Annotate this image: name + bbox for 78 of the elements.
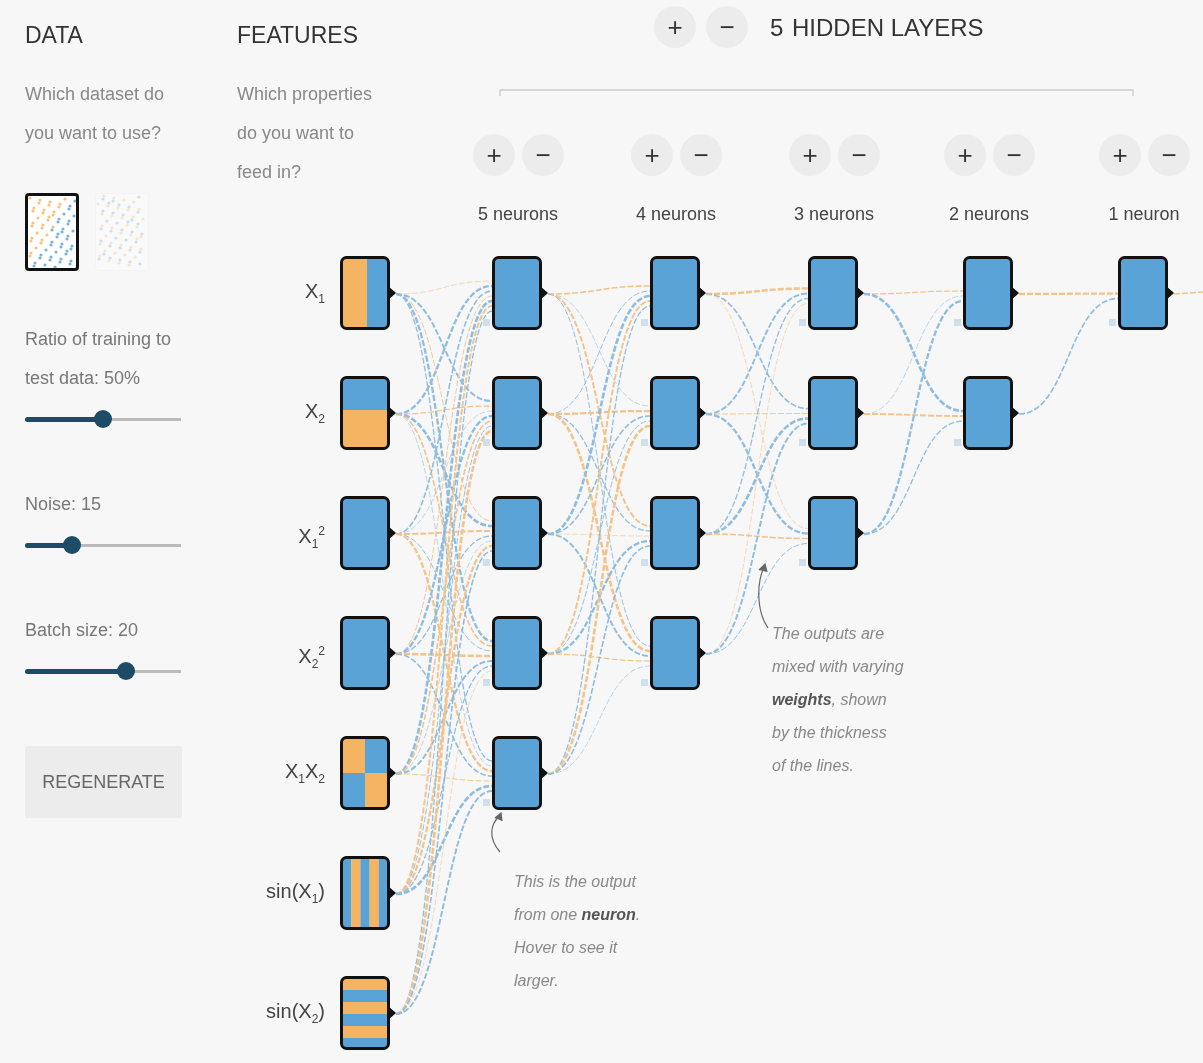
feature-label: X$_{2}$ xyxy=(303,399,325,428)
neuron-node[interactable] xyxy=(808,496,864,570)
bias-marker xyxy=(641,559,648,566)
hidden-layers-heading: HIDDEN LAYERS xyxy=(792,13,984,43)
slider-label: Ratio of training to test data: 50% xyxy=(25,328,173,390)
add-neuron-button[interactable]: + xyxy=(789,134,831,176)
remove-neuron-button[interactable]: − xyxy=(993,134,1035,176)
feature-node[interactable] xyxy=(340,376,396,450)
features-question: Which properties do you want to feed in? xyxy=(237,83,374,184)
features-heading: FEATURES xyxy=(237,21,359,50)
neuron-node[interactable] xyxy=(808,256,864,330)
bias-marker xyxy=(483,679,490,686)
annotation-arrow xyxy=(758,562,769,629)
neuron-node[interactable] xyxy=(492,256,548,330)
bias-marker xyxy=(954,439,961,446)
layer-neuron-count: 5 neurons xyxy=(477,204,559,225)
bias-marker xyxy=(799,559,806,566)
add-neuron-button[interactable]: + xyxy=(473,134,515,176)
feature-label: sin(X$_{1}$) xyxy=(265,879,325,908)
add-neuron-button[interactable]: + xyxy=(944,134,986,176)
bias-marker xyxy=(483,559,490,566)
remove-neuron-button[interactable]: − xyxy=(838,134,880,176)
slider-label: Noise: 15 xyxy=(25,493,103,516)
feature-label: X$_{1}$ xyxy=(303,279,325,308)
layer-neuron-count: 3 neurons xyxy=(793,204,875,225)
slider-thumb[interactable] xyxy=(94,410,112,428)
annotation-text: This is the output from one neuron. Hover to see it larger. xyxy=(514,872,642,991)
bias-marker xyxy=(483,799,490,806)
add-neuron-button[interactable]: + xyxy=(631,134,673,176)
layer-neuron-count: 1 neuron xyxy=(1108,204,1180,225)
neuron-node[interactable] xyxy=(492,376,548,450)
neuron-node[interactable] xyxy=(963,376,1019,450)
add-layer-button[interactable]: + xyxy=(654,6,696,48)
remove-neuron-button[interactable]: − xyxy=(680,134,722,176)
bias-marker xyxy=(799,319,806,326)
neuron-node[interactable] xyxy=(492,496,548,570)
bias-marker xyxy=(641,439,648,446)
feature-node[interactable] xyxy=(340,616,396,690)
slider-thumb[interactable] xyxy=(117,662,136,680)
data-heading: DATA xyxy=(25,21,84,50)
feature-node[interactable] xyxy=(340,736,396,810)
neuron-node[interactable] xyxy=(492,616,548,690)
remove-layer-button[interactable]: − xyxy=(706,6,748,48)
bias-marker xyxy=(954,319,961,326)
bias-marker xyxy=(483,439,490,446)
neuron-node[interactable] xyxy=(808,376,864,450)
bias-marker xyxy=(641,319,648,326)
add-neuron-button[interactable]: + xyxy=(1099,134,1141,176)
hidden-layer-count: 5 xyxy=(770,13,784,43)
annotation-arrow xyxy=(491,811,503,853)
bias-marker xyxy=(483,319,490,326)
neuron-node[interactable] xyxy=(650,376,706,450)
neuron-node[interactable] xyxy=(650,496,706,570)
remove-neuron-button[interactable]: − xyxy=(522,134,564,176)
bias-marker xyxy=(799,439,806,446)
neuron-node[interactable] xyxy=(492,736,548,810)
feature-node[interactable] xyxy=(340,856,396,930)
layer-neuron-count: 2 neurons xyxy=(948,204,1030,225)
connection-line xyxy=(1173,291,1203,295)
layer-neuron-count: 4 neurons xyxy=(635,204,717,225)
slider-thumb[interactable] xyxy=(62,536,81,554)
feature-node[interactable] xyxy=(340,976,396,1050)
bias-marker xyxy=(1109,319,1116,326)
feature-label: X$_{1}$X$_{2}$ xyxy=(283,759,325,788)
feature-label: sin(X$_{2}$) xyxy=(265,999,325,1028)
neuron-node[interactable] xyxy=(963,256,1019,330)
neuron-node[interactable] xyxy=(1118,256,1174,330)
dataset-thumbnail[interactable] xyxy=(25,193,79,271)
slider-label: Batch size: 20 xyxy=(25,619,140,642)
remove-neuron-button[interactable]: − xyxy=(1148,134,1190,176)
annotation-text: The outputs are mixed with varying weights, shown by the thickness of the lines. xyxy=(772,624,904,776)
regenerate-button[interactable]: REGENERATE xyxy=(25,746,182,818)
dataset-question: Which dataset do you want to use? xyxy=(25,83,166,145)
bias-marker xyxy=(641,679,648,686)
neuron-node[interactable] xyxy=(650,256,706,330)
neuron-node[interactable] xyxy=(650,616,706,690)
feature-node[interactable] xyxy=(340,256,396,330)
feature-node[interactable] xyxy=(340,496,396,570)
